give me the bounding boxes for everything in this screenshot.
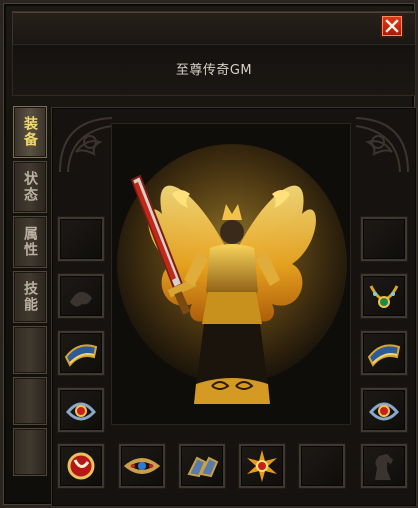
equip-slot-right-1[interactable]	[361, 217, 407, 261]
equip-slot-right-3[interactable]	[361, 331, 407, 375]
red-gem-ring-icon	[66, 402, 96, 421]
character-model-area	[111, 123, 351, 425]
tab-equipment-label: 装备	[22, 116, 38, 148]
golden-winged-warrior-figure	[117, 144, 347, 404]
jeweled-necklace-icon	[369, 285, 399, 308]
blue-gold-bracelet-icon	[367, 344, 401, 367]
equip-slot-left-2[interactable]	[58, 274, 104, 318]
equip-slot-left-4[interactable]	[58, 388, 104, 432]
close-button[interactable]	[380, 14, 404, 38]
equip-slot-bottom-6[interactable]	[361, 444, 407, 488]
tab-blank-3[interactable]	[13, 428, 47, 476]
equip-slot-bottom-1[interactable]	[58, 444, 104, 488]
horse-silhouette-icon	[375, 454, 393, 480]
jeweled-belt-icon	[123, 458, 161, 474]
equip-slot-right-2[interactable]	[361, 274, 407, 318]
tab-blank-1[interactable]	[13, 326, 47, 374]
tab-blank-2[interactable]	[13, 377, 47, 425]
faded-ghost-item-icon	[70, 291, 92, 307]
amulet-icon	[67, 452, 95, 480]
tab-attributes-label: 属性	[22, 226, 38, 258]
character-name-bar: 至尊传奇GM	[12, 44, 416, 96]
equip-slot-bottom-3[interactable]	[179, 444, 225, 488]
title-bar[interactable]	[12, 11, 416, 46]
tab-status-label: 状态	[22, 171, 38, 203]
equip-slot-left-3[interactable]	[58, 331, 104, 375]
character-name: 至尊传奇GM	[175, 63, 253, 78]
tab-status[interactable]: 状态	[13, 161, 47, 213]
equip-slot-left-1[interactable]	[58, 217, 104, 261]
close-x-icon	[385, 19, 399, 33]
sun-gem-icon	[247, 450, 277, 482]
equip-slot-bottom-4[interactable]	[239, 444, 285, 488]
equip-slot-bottom-2[interactable]	[119, 444, 165, 488]
tab-attributes[interactable]: 属性	[13, 216, 47, 268]
tab-strip: 装备 状态 属性 技能	[13, 106, 49, 479]
character-equipment-window: 至尊传奇GM 装备 状态 属性 技能	[0, 0, 418, 508]
equip-slot-right-4[interactable]	[361, 388, 407, 432]
equip-slot-bottom-5[interactable]	[299, 444, 345, 488]
blue-gold-bracelet-icon	[64, 344, 98, 367]
tab-skills[interactable]: 技能	[13, 271, 47, 323]
tab-equipment[interactable]: 装备	[13, 106, 47, 158]
red-gem-ring-icon	[369, 402, 399, 421]
tab-skills-label: 技能	[22, 281, 38, 313]
chain-boots-icon	[187, 456, 219, 478]
